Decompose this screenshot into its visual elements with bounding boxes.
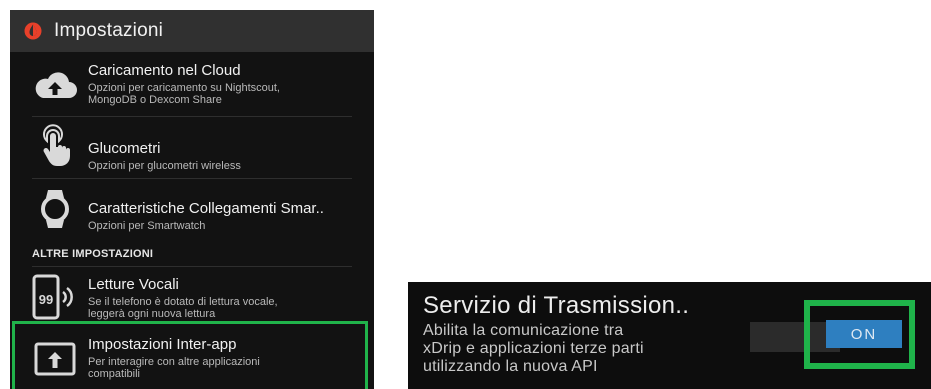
setting-title: Caratteristiche Collegamenti Smar..: [88, 200, 324, 217]
setting-subtitle: Opzioni per caricamento su Nightscout,: [88, 82, 280, 94]
inter-app-highlight: [12, 321, 368, 389]
broadcast-title: Servizio di Trasmission..: [423, 292, 690, 319]
voice-icon-number: 99: [39, 292, 53, 307]
setting-subtitle: MongoDB o Dexcom Share: [88, 94, 222, 106]
smartwatch-icon: [41, 190, 69, 228]
setting-subtitle: leggerà ogni nuova lettura: [88, 308, 216, 320]
broadcast-description: Abilita la comunicazione tra xDrip e app…: [423, 322, 644, 376]
setting-title: Letture Vocali: [88, 276, 179, 293]
setting-subtitle: Se il telefono è dotato di lettura vocal…: [88, 296, 278, 308]
cloud-upload-icon: [35, 72, 77, 98]
blood-drop-icon: [24, 22, 42, 40]
broadcast-setting[interactable]: Servizio di Trasmission.. Abilita la com…: [408, 282, 931, 389]
section-header: ALTRE IMPOSTAZIONI: [32, 248, 154, 260]
broadcast-desc-line: utilizzando la nuova API: [423, 358, 598, 375]
app-bar: Impostazioni: [10, 10, 374, 52]
setting-subtitle: Opzioni per glucometri wireless: [88, 160, 241, 172]
setting-title: Caricamento nel Cloud: [88, 62, 241, 79]
setting-voice-readings[interactable]: 99 Letture Vocali Se il telefono è dotat…: [10, 266, 374, 324]
touch-finger-icon: [43, 124, 70, 166]
setting-title: Glucometri: [88, 140, 161, 157]
broadcast-desc-line: Abilita la comunicazione tra: [423, 322, 624, 339]
setting-cloud-upload[interactable]: Caricamento nel Cloud Opzioni per carica…: [10, 52, 374, 116]
speaking-phone-icon: 99: [32, 274, 73, 320]
settings-panel: Impostazioni Caricamento nel Cloud Opzio…: [10, 10, 374, 389]
toggle-highlight: [804, 300, 915, 369]
page-title: Impostazioni: [54, 20, 164, 41]
setting-subtitle: Opzioni per Smartwatch: [88, 220, 206, 232]
setting-glucometers[interactable]: Glucometri Opzioni per glucometri wirele…: [10, 116, 374, 178]
setting-smartwatch[interactable]: Caratteristiche Collegamenti Smar.. Opzi…: [10, 178, 374, 240]
broadcast-desc-line: xDrip e applicazioni terze parti: [423, 340, 644, 357]
